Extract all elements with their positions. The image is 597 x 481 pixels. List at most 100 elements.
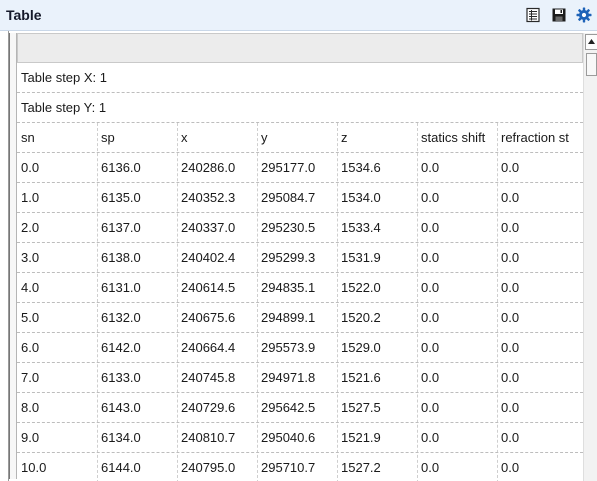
table-cell-sn[interactable]: 9.0 xyxy=(21,430,39,445)
table-cell-y[interactable]: 294971.8 xyxy=(261,370,315,385)
table-row[interactable]: 1.0 6135.0 240352.3 295084.7 1534.0 0.0 0.0 xyxy=(17,183,583,213)
table-cell-z[interactable]: 1527.2 xyxy=(341,460,381,475)
table-cell-z[interactable]: 1529.0 xyxy=(341,340,381,355)
table-cell-x[interactable]: 240614.5 xyxy=(181,280,235,295)
table-cell-sp[interactable]: 6131.0 xyxy=(101,280,141,295)
table-cell-z[interactable]: 1520.2 xyxy=(341,310,381,325)
vertical-scrollbar[interactable] xyxy=(583,33,597,481)
scroll-up-button[interactable] xyxy=(585,34,597,50)
table-cell-z[interactable]: 1531.9 xyxy=(341,250,381,265)
table-cell-z[interactable]: 1522.0 xyxy=(341,280,381,295)
table-cell-refraction[interactable]: 0.0 xyxy=(501,340,519,355)
scrollbar-thumb[interactable] xyxy=(586,53,597,76)
table-cell-x[interactable]: 240795.0 xyxy=(181,460,235,475)
column-header-sn[interactable]: sn xyxy=(21,130,35,145)
column-header-y[interactable]: y xyxy=(261,130,268,145)
table-cell-statics-shift[interactable]: 0.0 xyxy=(421,160,439,175)
table-cell-sp[interactable]: 6138.0 xyxy=(101,250,141,265)
table-cell-statics-shift[interactable]: 0.0 xyxy=(421,280,439,295)
table-cell-sn[interactable]: 1.0 xyxy=(21,190,39,205)
table-cell-refraction[interactable]: 0.0 xyxy=(501,250,519,265)
table-cell-z[interactable]: 1521.9 xyxy=(341,430,381,445)
table-cell-x[interactable]: 240337.0 xyxy=(181,220,235,235)
table-cell-z[interactable]: 1534.0 xyxy=(341,190,381,205)
column-header-sp[interactable]: sp xyxy=(101,130,115,145)
table-cell-sn[interactable]: 2.0 xyxy=(21,220,39,235)
table-cell-sp[interactable]: 6135.0 xyxy=(101,190,141,205)
table-cell-statics-shift[interactable]: 0.0 xyxy=(421,250,439,265)
column-header-x[interactable]: x xyxy=(181,130,188,145)
table-cell-sp[interactable]: 6143.0 xyxy=(101,400,141,415)
table-cell-sp[interactable]: 6132.0 xyxy=(101,310,141,325)
save-icon[interactable] xyxy=(551,7,567,23)
spreadsheet-icon[interactable] xyxy=(525,7,541,23)
table-row[interactable]: 2.0 6137.0 240337.0 295230.5 1533.4 0.0 0.0 xyxy=(17,213,583,243)
table-cell-y[interactable]: 295299.3 xyxy=(261,250,315,265)
gear-icon[interactable] xyxy=(576,7,592,23)
table-cell-refraction[interactable]: 0.0 xyxy=(501,190,519,205)
table-row[interactable]: 3.0 6138.0 240402.4 295299.3 1531.9 0.0 0.0 xyxy=(17,243,583,273)
table-cell-x[interactable]: 240664.4 xyxy=(181,340,235,355)
table-cell-sn[interactable]: 3.0 xyxy=(21,250,39,265)
table-row[interactable]: 5.0 6132.0 240675.6 294899.1 1520.2 0.0 0.0 xyxy=(17,303,583,333)
table-row[interactable]: 7.0 6133.0 240745.8 294971.8 1521.6 0.0 0.0 xyxy=(17,363,583,393)
table-cell-sn[interactable]: 4.0 xyxy=(21,280,39,295)
table-cell-sp[interactable]: 6136.0 xyxy=(101,160,141,175)
table-cell-statics-shift[interactable]: 0.0 xyxy=(421,220,439,235)
table-cell-sp[interactable]: 6134.0 xyxy=(101,430,141,445)
table-cell-y[interactable]: 295642.5 xyxy=(261,400,315,415)
table-cell-y[interactable]: 294835.1 xyxy=(261,280,315,295)
table-cell-x[interactable]: 240402.4 xyxy=(181,250,235,265)
table-cell-refraction[interactable]: 0.0 xyxy=(501,160,519,175)
table-cell-refraction[interactable]: 0.0 xyxy=(501,220,519,235)
table-cell-y[interactable]: 294899.1 xyxy=(261,310,315,325)
table-cell-sp[interactable]: 6133.0 xyxy=(101,370,141,385)
table-row[interactable]: 0.0 6136.0 240286.0 295177.0 1534.6 0.0 0.0 xyxy=(17,153,583,183)
table-row[interactable]: 4.0 6131.0 240614.5 294835.1 1522.0 0.0 0.0 xyxy=(17,273,583,303)
table-cell-sn[interactable]: 8.0 xyxy=(21,400,39,415)
table-cell-x[interactable]: 240675.6 xyxy=(181,310,235,325)
table-cell-refraction[interactable]: 0.0 xyxy=(501,370,519,385)
table-cell-y[interactable]: 295573.9 xyxy=(261,340,315,355)
table-row[interactable]: 6.0 6142.0 240664.4 295573.9 1529.0 0.0 0.0 xyxy=(17,333,583,363)
column-header-statics-shift[interactable]: statics shift xyxy=(421,130,485,145)
table-row[interactable]: 10.0 6144.0 240795.0 295710.7 1527.2 0.0 0.0 xyxy=(17,453,583,481)
table-cell-sn[interactable]: 0.0 xyxy=(21,160,39,175)
table-cell-sn[interactable]: 5.0 xyxy=(21,310,39,325)
table-cell-statics-shift[interactable]: 0.0 xyxy=(421,430,439,445)
table-cell-statics-shift[interactable]: 0.0 xyxy=(421,340,439,355)
table-cell-statics-shift[interactable]: 0.0 xyxy=(421,370,439,385)
table-cell-sn[interactable]: 10.0 xyxy=(21,460,46,475)
table-row[interactable]: 9.0 6134.0 240810.7 295040.6 1521.9 0.0 0.0 xyxy=(17,423,583,453)
table-cell-statics-shift[interactable]: 0.0 xyxy=(421,310,439,325)
table-cell-x[interactable]: 240729.6 xyxy=(181,400,235,415)
table-cell-y[interactable]: 295177.0 xyxy=(261,160,315,175)
table-cell-x[interactable]: 240352.3 xyxy=(181,190,235,205)
table-cell-y[interactable]: 295040.6 xyxy=(261,430,315,445)
table-cell-x[interactable]: 240745.8 xyxy=(181,370,235,385)
table-cell-refraction[interactable]: 0.0 xyxy=(501,310,519,325)
table-cell-statics-shift[interactable]: 0.0 xyxy=(421,190,439,205)
table-cell-statics-shift[interactable]: 0.0 xyxy=(421,400,439,415)
table-cell-sp[interactable]: 6137.0 xyxy=(101,220,141,235)
table-cell-x[interactable]: 240286.0 xyxy=(181,160,235,175)
table-cell-x[interactable]: 240810.7 xyxy=(181,430,235,445)
table-cell-refraction[interactable]: 0.0 xyxy=(501,280,519,295)
column-header-z[interactable]: z xyxy=(341,130,348,145)
table-cell-z[interactable]: 1533.4 xyxy=(341,220,381,235)
table-cell-y[interactable]: 295084.7 xyxy=(261,190,315,205)
column-header-refraction[interactable]: refraction st xyxy=(501,130,569,145)
table-cell-refraction[interactable]: 0.0 xyxy=(501,430,519,445)
table-cell-y[interactable]: 295230.5 xyxy=(261,220,315,235)
table-cell-z[interactable]: 1521.6 xyxy=(341,370,381,385)
table-cell-statics-shift[interactable]: 0.0 xyxy=(421,460,439,475)
table-cell-sn[interactable]: 6.0 xyxy=(21,340,39,355)
table-cell-z[interactable]: 1534.6 xyxy=(341,160,381,175)
table-row[interactable]: 8.0 6143.0 240729.6 295642.5 1527.5 0.0 0.0 xyxy=(17,393,583,423)
table-cell-sp[interactable]: 6144.0 xyxy=(101,460,141,475)
table-cell-y[interactable]: 295710.7 xyxy=(261,460,315,475)
table-cell-refraction[interactable]: 0.0 xyxy=(501,460,519,475)
table-cell-sp[interactable]: 6142.0 xyxy=(101,340,141,355)
table-cell-sn[interactable]: 7.0 xyxy=(21,370,39,385)
table-cell-z[interactable]: 1527.5 xyxy=(341,400,381,415)
